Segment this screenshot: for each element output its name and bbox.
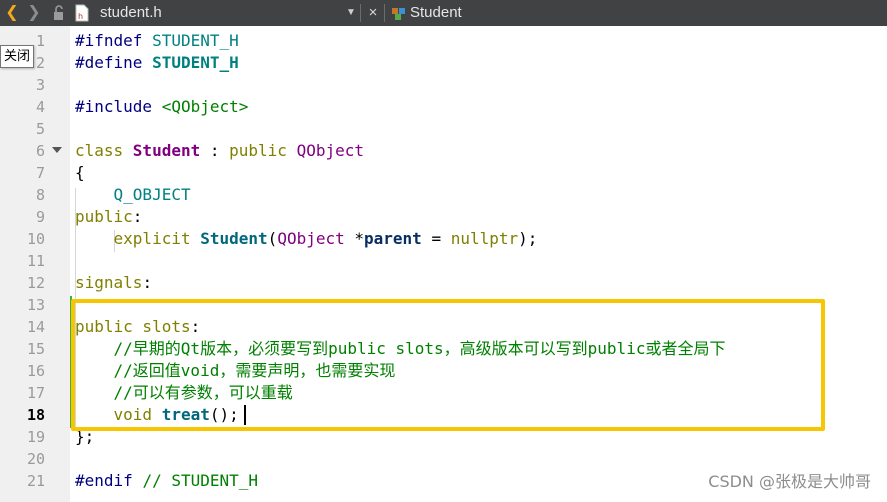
code-token: signals <box>75 273 143 292</box>
code-token: : <box>132 207 143 226</box>
line-number: 8 <box>35 186 45 204</box>
code-text: class Student : public QObject <box>75 140 364 162</box>
line-number: 6 <box>35 142 45 160</box>
code-token: QObject <box>296 141 365 160</box>
code-token: nullptr <box>450 229 519 248</box>
code-text: { <box>75 162 85 184</box>
code-line[interactable]: 11 <box>0 250 887 272</box>
code-line[interactable]: 2 #define STUDENT_H <box>0 52 887 74</box>
chevron-right-icon[interactable]: ❯ <box>26 0 42 26</box>
code-line[interactable]: 3 <box>0 74 887 96</box>
line-number: 3 <box>35 76 45 94</box>
code-token: public <box>75 207 133 226</box>
code-token: public <box>229 141 297 160</box>
code-line[interactable]: 20 <box>0 448 887 470</box>
code-token: = <box>421 229 451 248</box>
highlight-box <box>71 299 825 431</box>
file-dropdown-icon[interactable]: ▼ <box>346 0 356 26</box>
line-number: 4 <box>35 98 45 116</box>
code-text: #ifndef STUDENT_H <box>75 30 239 52</box>
code-token: { <box>75 163 85 182</box>
code-text: explicit Student(QObject *parent = nullp… <box>75 228 538 250</box>
chevron-left-icon[interactable]: ❮ <box>4 0 20 26</box>
code-line[interactable]: 5 <box>0 118 887 140</box>
code-text: #define STUDENT_H <box>75 52 239 74</box>
code-text: public: <box>75 206 142 228</box>
toolbar-divider <box>384 4 385 22</box>
code-text: signals: <box>75 272 152 294</box>
line-number: 10 <box>26 230 45 248</box>
code-token: ); <box>518 229 538 248</box>
code-token: Student <box>200 229 268 248</box>
code-token: Q_OBJECT <box>75 185 191 204</box>
line-number: 15 <box>26 340 45 358</box>
current-symbol-name[interactable]: Student <box>410 0 462 26</box>
code-token: <QObject> <box>161 97 249 116</box>
fold-arrow-icon[interactable] <box>52 147 62 153</box>
code-line[interactable]: 6 class Student : public QObject <box>0 140 887 162</box>
code-token: STUDENT_H <box>152 31 239 50</box>
code-token: ( <box>267 229 278 248</box>
code-token: parent <box>364 229 422 248</box>
line-number: 19 <box>26 428 45 446</box>
code-line[interactable]: 7{ <box>0 162 887 184</box>
open-file-name[interactable]: student.h <box>100 0 162 26</box>
line-number: 17 <box>26 384 45 402</box>
code-line[interactable]: 1 #ifndef STUDENT_H <box>0 30 887 52</box>
line-number: 13 <box>26 296 45 314</box>
class-symbol-icon <box>391 0 407 26</box>
close-icon[interactable]: × <box>366 0 380 26</box>
code-token: #include <box>75 97 162 116</box>
code-token: #endif <box>75 471 143 490</box>
unlocked-icon[interactable] <box>52 0 66 26</box>
code-token: #ifndef <box>75 31 153 50</box>
header-file-icon: h <box>74 0 90 26</box>
code-line[interactable]: 4 #include <QObject> <box>0 96 887 118</box>
line-number: 18 <box>26 406 45 424</box>
code-text: #endif // STUDENT_H <box>75 470 258 492</box>
code-line[interactable]: 12 signals: <box>0 272 887 294</box>
code-token: // STUDENT_H <box>142 471 259 490</box>
code-token: : <box>142 273 153 292</box>
code-token: explicit <box>75 229 201 248</box>
line-number: 7 <box>35 164 45 182</box>
code-token: : <box>200 141 230 160</box>
code-token: #define <box>75 53 153 72</box>
close-tooltip: 关闭 <box>0 45 35 68</box>
code-text: #include <QObject> <box>75 96 248 118</box>
line-number: 16 <box>26 362 45 380</box>
code-line[interactable]: 8 Q_OBJECT <box>0 184 887 206</box>
editor-toolbar: ❮ ❯ h student.h ▼ × Student <box>0 0 887 26</box>
line-number: 9 <box>35 208 45 226</box>
code-line[interactable]: 9 public: <box>0 206 887 228</box>
svg-text:h: h <box>78 12 83 21</box>
code-line[interactable]: 10 explicit Student(QObject *parent = nu… <box>0 228 887 250</box>
line-number: 21 <box>26 472 45 490</box>
code-token: class <box>75 141 133 160</box>
code-token: STUDENT_H <box>152 53 239 72</box>
line-number: 14 <box>26 318 45 336</box>
line-number: 20 <box>26 450 45 468</box>
toolbar-divider <box>360 4 361 22</box>
code-token: QObject <box>277 229 345 248</box>
line-number: 5 <box>35 120 45 138</box>
watermark: CSDN @张极是大帅哥 <box>708 472 871 491</box>
code-token: Student <box>132 141 201 160</box>
code-text: Q_OBJECT <box>75 184 191 206</box>
line-number: 11 <box>26 252 45 270</box>
code-token: * <box>344 229 365 248</box>
line-number: 12 <box>26 274 45 292</box>
